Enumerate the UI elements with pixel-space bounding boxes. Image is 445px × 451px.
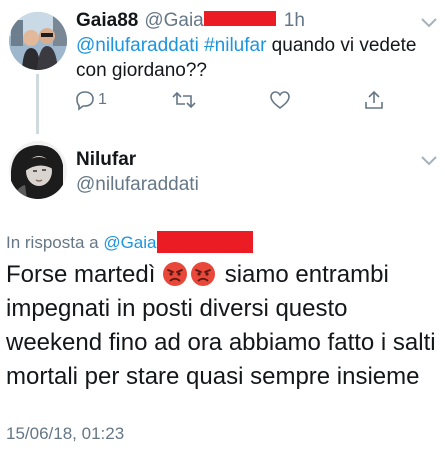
tweet-text: Forse martedì siamo entrambi impegnati i… [6,258,438,394]
tweet-text-part1: Forse martedì [6,261,163,288]
reply-tweet[interactable]: Gaia88 @Gaia 1h @nilufaraddati #nilufar qu… [0,0,445,136]
action-bar: 1 [74,88,394,112]
like-icon [270,91,290,110]
tweet-time[interactable]: 1h [284,10,305,31]
share-icon [365,90,383,109]
tweet-timestamp[interactable]: 15/06/18, 01:23 [6,423,124,445]
thread-line [36,74,39,134]
avatar[interactable] [9,141,67,199]
reply-context: In risposta a @Gaia [6,230,253,255]
mention-link[interactable]: @Gaia [103,233,156,252]
avatar[interactable] [9,12,67,70]
angry-face-emoji [163,262,188,286]
chevron-down-icon[interactable] [419,152,439,168]
reply-button[interactable]: 1 [74,88,107,112]
chevron-down-icon[interactable] [419,14,439,30]
display-name[interactable]: Nilufar [76,149,136,171]
handle[interactable]: @Gaia [144,10,203,31]
reply-prefix: In risposta a [6,233,104,252]
tweet-header: Gaia88 @Gaia 1h [76,10,305,32]
retweet-button[interactable] [171,88,197,112]
reply-icon [76,91,94,111]
reply-count: 1 [98,91,107,108]
tweet-text: @nilufaraddati #nilufar quando vi vedete… [76,33,431,83]
redaction-bar [203,11,276,27]
display-name[interactable]: Gaia88 [76,10,138,31]
like-button[interactable] [269,88,291,112]
angry-face-emoji [191,262,216,286]
handle[interactable]: @nilufaraddati [76,174,199,196]
retweet-icon [172,91,196,109]
mention-link[interactable]: @nilufaraddati #nilufar [76,35,266,56]
redaction-bar [156,230,253,253]
share-button[interactable] [363,88,385,112]
main-tweet-header: Nilufar @nilufaraddati [0,137,445,217]
